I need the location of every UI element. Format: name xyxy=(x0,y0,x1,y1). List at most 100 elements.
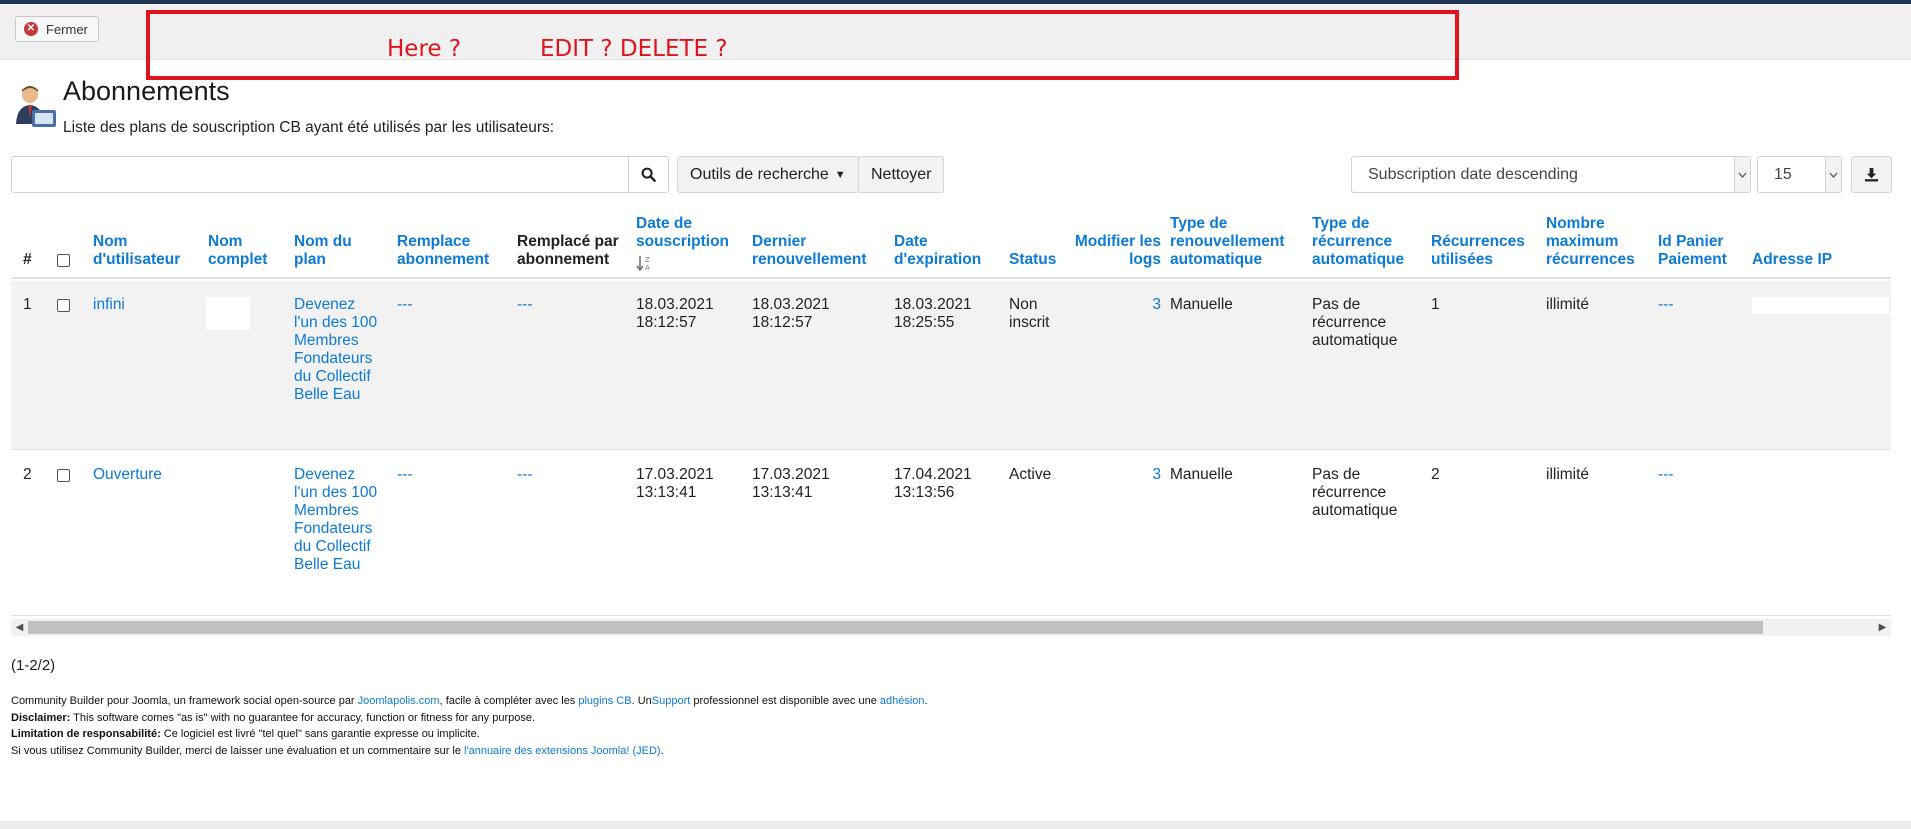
footer-line-disclaimer: Disclaimer: This software comes "as is" … xyxy=(11,710,928,727)
max-recurrences-value: illimité xyxy=(1546,466,1590,483)
plan-link[interactable]: Devenez l'un des 100 Membres Fondateurs … xyxy=(294,466,379,574)
scroll-left-icon[interactable]: ◀ xyxy=(11,619,28,636)
table-row: 1 infini Devenez l'un des 100 Membres Fo… xyxy=(11,281,1891,450)
limit-select-value: 15 xyxy=(1774,165,1792,183)
footer-text: Community Builder pour Joomla, un framew… xyxy=(11,695,358,707)
logs-link[interactable]: 3 xyxy=(1066,466,1161,484)
search-tools-label: Outils de recherche xyxy=(690,165,829,183)
export-button[interactable] xyxy=(1851,156,1892,193)
row-checkbox[interactable] xyxy=(57,469,70,482)
col-replaces[interactable]: Remplace abonnement xyxy=(397,233,507,269)
col-plan[interactable]: Nom du plan xyxy=(294,233,372,269)
col-expiry-date[interactable]: Date d'expiration xyxy=(894,233,994,269)
search-tools-button[interactable]: Outils de recherche ▼ xyxy=(677,156,859,193)
subscription-date: 18.03.2021 18:12:57 xyxy=(636,296,714,331)
table-row: 2 Ouverture Devenez l'un des 100 Membres… xyxy=(11,451,1891,616)
col-status[interactable]: Status xyxy=(1009,251,1056,269)
close-button-label: Fermer xyxy=(46,21,88,37)
recurrences-used-value: 2 xyxy=(1431,466,1440,483)
renewal-type-value: Manuelle xyxy=(1170,466,1233,483)
username-link[interactable]: Ouverture xyxy=(93,466,162,484)
logs-link[interactable]: 3 xyxy=(1066,296,1161,314)
footer-text: . xyxy=(924,695,928,707)
status-value: Active xyxy=(1009,466,1052,483)
footer-line-review: Si vous utilisez Community Builder, merc… xyxy=(11,743,928,760)
col-ip-address[interactable]: Adresse IP xyxy=(1752,251,1832,269)
col-basket-id[interactable]: Id Panier Paiement xyxy=(1658,233,1743,269)
clear-button[interactable]: Nettoyer xyxy=(858,156,945,193)
subscription-date: 17.03.2021 13:13:41 xyxy=(636,466,714,501)
sort-desc-icon: Z A xyxy=(636,255,654,272)
annotation-box: Here ? EDIT ? DELETE ? xyxy=(146,10,1459,80)
cb-plugins-link[interactable]: plugins CB xyxy=(578,695,631,707)
basket-id-link[interactable]: --- xyxy=(1658,466,1674,484)
replaced-by-link[interactable]: --- xyxy=(517,466,533,484)
col-username[interactable]: Nom d'utilisateur xyxy=(93,233,188,269)
select-all-checkbox[interactable] xyxy=(57,254,70,267)
col-recurrences-used[interactable]: Récurrences utilisées xyxy=(1431,233,1531,269)
table-header: # Nom d'utilisateur Nom complet Nom du p… xyxy=(11,207,1891,279)
basket-id-link[interactable]: --- xyxy=(1658,296,1674,314)
row-number: 2 xyxy=(23,466,32,483)
disclaimer-text: This software comes "as is" with no guar… xyxy=(70,711,536,724)
bottom-strip xyxy=(0,821,1911,829)
ip-address-cell xyxy=(1752,297,1889,314)
scrollbar-thumb[interactable] xyxy=(28,621,1763,634)
jed-link[interactable]: l'annuaire des extensions Joomla! (JED) xyxy=(464,745,661,757)
col-subscription-date[interactable]: Date de souscription xyxy=(636,215,741,251)
sort-select-value: Subscription date descending xyxy=(1368,165,1578,183)
liability-label: Limitation de responsabilité: xyxy=(11,728,161,740)
replaces-link[interactable]: --- xyxy=(397,466,413,484)
expiry-date: 18.03.2021 18:25:55 xyxy=(894,296,972,331)
col-recurrence-type[interactable]: Type de récurrence automatique xyxy=(1312,215,1417,269)
footer-line-liability: Limitation de responsabilité: Ce logicie… xyxy=(11,726,928,743)
col-renewal-type[interactable]: Type de renouvellement automatique xyxy=(1170,215,1295,269)
last-renewal-date: 18.03.2021 18:12:57 xyxy=(752,296,830,331)
annotation-here: Here ? xyxy=(387,36,462,62)
col-number: # xyxy=(23,251,32,268)
recurrences-used-value: 1 xyxy=(1431,296,1440,313)
search-input[interactable] xyxy=(11,156,629,193)
pagination-count: (1-2/2) xyxy=(11,657,56,674)
col-last-renewal[interactable]: Dernier renouvellement xyxy=(752,233,877,269)
svg-text:Z: Z xyxy=(645,256,650,264)
chevron-down-icon xyxy=(1734,157,1750,192)
plan-link[interactable]: Devenez l'un des 100 Membres Fondateurs … xyxy=(294,296,379,404)
recurrence-type-value: Pas de récurrence automatique xyxy=(1312,296,1398,349)
col-max-recurrences[interactable]: Nombre maximum récurrences xyxy=(1546,215,1641,269)
last-renewal-date: 17.03.2021 13:13:41 xyxy=(752,466,830,501)
username-link[interactable]: infini xyxy=(93,296,125,314)
scroll-right-icon[interactable]: ▶ xyxy=(1874,619,1891,636)
support-link[interactable]: Support xyxy=(652,695,691,707)
replaces-link[interactable]: --- xyxy=(397,296,413,314)
page-title: Abonnements xyxy=(63,76,230,106)
joomlapolis-link[interactable]: Joomlapolis.com xyxy=(358,695,440,707)
annotation-edit-delete: EDIT ? DELETE ? xyxy=(540,36,728,62)
replaced-by-link[interactable]: --- xyxy=(517,296,533,314)
row-number: 1 xyxy=(23,296,32,313)
footer-text: . Un xyxy=(631,695,652,707)
col-edit-logs[interactable]: Modifier les logs xyxy=(1066,233,1161,269)
row-checkbox[interactable] xyxy=(57,299,70,312)
col-fullname[interactable]: Nom complet xyxy=(208,233,278,269)
page-description: Liste des plans de souscription CB ayant… xyxy=(63,119,555,136)
membership-link[interactable]: adhésion xyxy=(880,695,925,707)
footer-text: . xyxy=(660,744,664,757)
caret-down-icon: ▼ xyxy=(834,168,846,181)
search-icon xyxy=(641,167,656,182)
horizontal-scrollbar[interactable]: ◀ ▶ xyxy=(11,619,1891,636)
close-button[interactable]: ✕ Fermer xyxy=(15,16,99,42)
search-button[interactable] xyxy=(628,156,669,193)
footer-text: professionnel est disponible avec une xyxy=(690,695,880,707)
clear-button-label: Nettoyer xyxy=(871,165,932,183)
fullname-cell xyxy=(206,297,250,330)
subscriptions-user-icon xyxy=(12,84,58,130)
col-replaced-by: Remplacé par abonnement xyxy=(517,233,619,268)
chevron-down-icon xyxy=(1825,157,1841,192)
download-icon xyxy=(1864,167,1879,182)
svg-text:A: A xyxy=(645,264,650,271)
expiry-date: 17.04.2021 13:13:56 xyxy=(894,466,972,501)
limit-select[interactable]: 15 xyxy=(1757,156,1842,193)
max-recurrences-value: illimité xyxy=(1546,296,1590,313)
sort-select[interactable]: Subscription date descending xyxy=(1351,156,1751,193)
